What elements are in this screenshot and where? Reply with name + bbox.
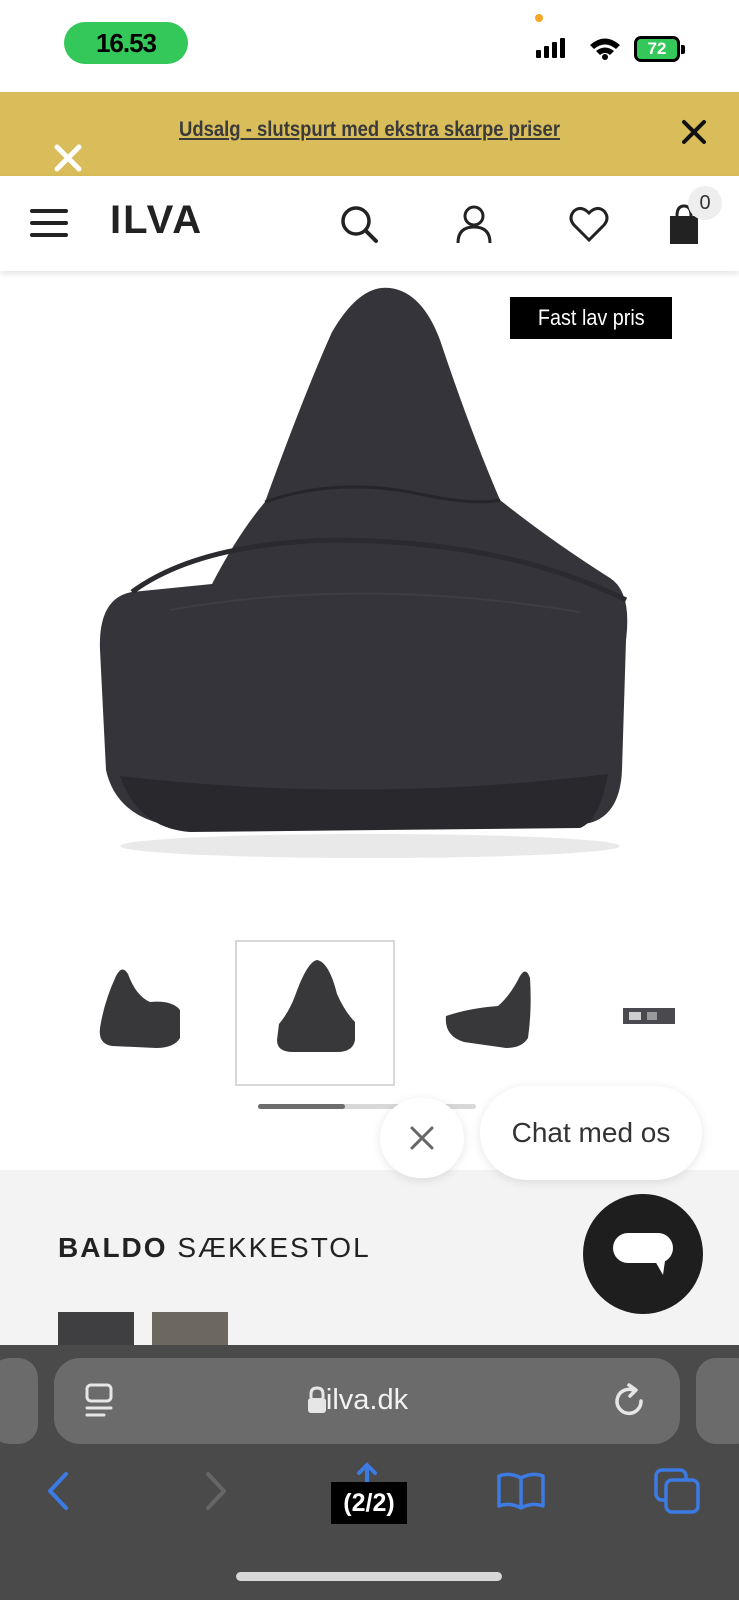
cart-count-badge: 0 xyxy=(688,186,722,220)
battery-level: 72 xyxy=(647,39,667,58)
chat-prompt-label: Chat med os xyxy=(511,1117,671,1148)
promo-close-icon[interactable] xyxy=(678,116,710,148)
thumbnail-2-selected[interactable] xyxy=(235,940,395,1086)
phone-screen: 16.53 72 Udsalg - slutspurt med ekstra s… xyxy=(0,0,739,1600)
battery-icon: 72 xyxy=(634,36,685,62)
status-bar: 16.53 72 xyxy=(0,0,739,92)
chat-dismiss-button[interactable] xyxy=(380,1098,464,1178)
privacy-indicator-dot xyxy=(535,14,543,22)
wishlist-heart-icon[interactable] xyxy=(567,202,611,246)
back-chevron-icon[interactable] xyxy=(36,1466,86,1516)
thumbnail-1[interactable] xyxy=(60,940,220,1086)
tabs-icon[interactable] xyxy=(652,1466,702,1516)
search-icon[interactable] xyxy=(337,202,381,246)
previous-tab-preview[interactable] xyxy=(0,1358,38,1444)
page-counter: (2/2) xyxy=(331,1482,407,1524)
product-type: SÆKKESTOL xyxy=(177,1232,371,1263)
thumbnail-4[interactable] xyxy=(585,940,739,1086)
product-image[interactable] xyxy=(80,280,660,880)
site-header: ILVA 0 xyxy=(0,176,739,271)
url-text: ilva.dk xyxy=(325,1384,409,1416)
close-icon[interactable] xyxy=(48,138,88,178)
close-icon xyxy=(410,1126,434,1150)
chat-bubble-icon xyxy=(613,1233,673,1275)
account-icon[interactable] xyxy=(452,202,496,246)
price-badge: Fast lav pris xyxy=(510,297,672,339)
gallery-progress-fill xyxy=(258,1104,346,1109)
promo-link[interactable]: Udsalg - slutspurt med ekstra skarpe pri… xyxy=(44,118,694,142)
forward-chevron-icon[interactable] xyxy=(190,1466,240,1516)
next-tab-preview[interactable] xyxy=(696,1358,739,1444)
chat-launcher-button[interactable] xyxy=(583,1194,703,1314)
thumbnail-3[interactable] xyxy=(410,940,570,1086)
bookmarks-book-icon[interactable] xyxy=(496,1466,546,1516)
status-time: 16.53 xyxy=(64,22,188,64)
promo-banner[interactable]: Udsalg - slutspurt med ekstra skarpe pri… xyxy=(0,92,739,176)
wifi-icon xyxy=(590,38,620,60)
price-badge-label: Fast lav pris xyxy=(537,305,645,330)
thumbnail-strip xyxy=(0,940,739,1090)
cellular-signal-icon xyxy=(536,38,565,58)
product-brand: BALDO xyxy=(58,1232,168,1263)
home-indicator xyxy=(236,1572,502,1581)
product-title: BALDO SÆKKESTOL xyxy=(58,1232,371,1264)
reload-icon[interactable] xyxy=(610,1382,648,1420)
menu-icon[interactable] xyxy=(28,206,70,240)
ilva-logo[interactable]: ILVA xyxy=(110,198,203,243)
chat-prompt-button[interactable]: Chat med os xyxy=(480,1086,702,1180)
address-bar[interactable]: ilva.dk xyxy=(54,1358,680,1444)
